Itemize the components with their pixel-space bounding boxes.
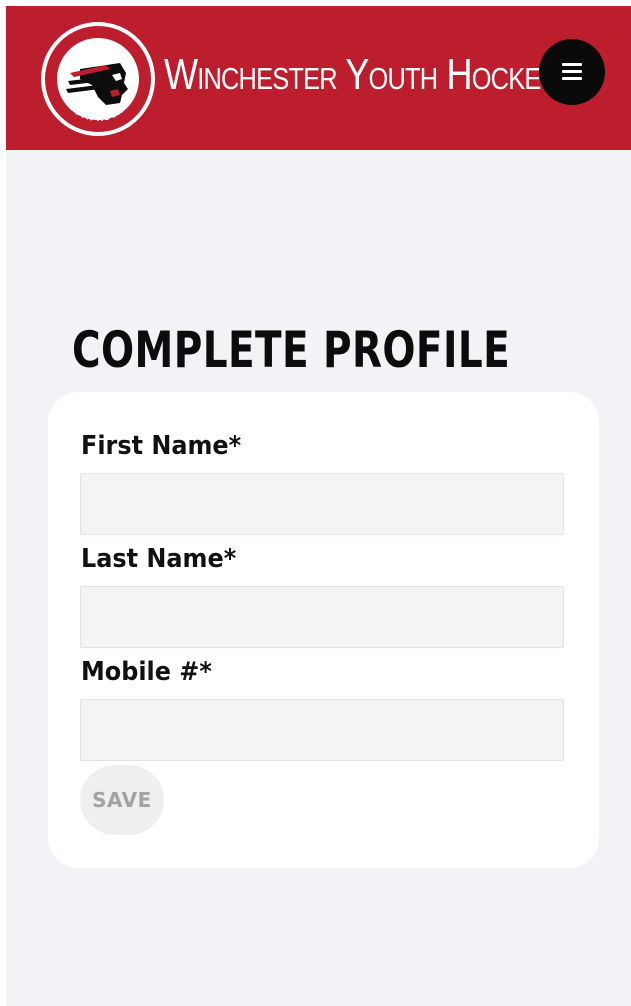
last-name-input[interactable] <box>80 586 564 648</box>
hamburger-menu-button[interactable] <box>539 39 605 105</box>
mobile-label: Mobile #* <box>81 657 212 687</box>
save-button[interactable]: SAVE <box>80 765 164 835</box>
site-header: WINCHESTER YOUTH HOCKEY Winchester Youth… <box>6 6 631 150</box>
page-title: COMPLETE PROFILE <box>72 321 511 379</box>
hamburger-menu-icon <box>562 63 582 66</box>
warrior-head-logo-icon[interactable]: WINCHESTER YOUTH HOCKEY <box>40 21 156 137</box>
mobile-input[interactable] <box>80 699 564 761</box>
last-name-label: Last Name* <box>81 544 237 574</box>
brand-name[interactable]: Winchester Youth Hockey <box>164 50 557 100</box>
first-name-label: First Name* <box>81 431 242 461</box>
first-name-input[interactable] <box>80 473 564 535</box>
hamburger-menu-icon-bar <box>562 77 582 80</box>
page: WINCHESTER YOUTH HOCKEY Winchester Youth… <box>6 6 631 1006</box>
profile-form-card: First Name* Last Name* Mobile #* SAVE <box>48 392 599 868</box>
hamburger-menu-icon-bar <box>562 70 582 73</box>
